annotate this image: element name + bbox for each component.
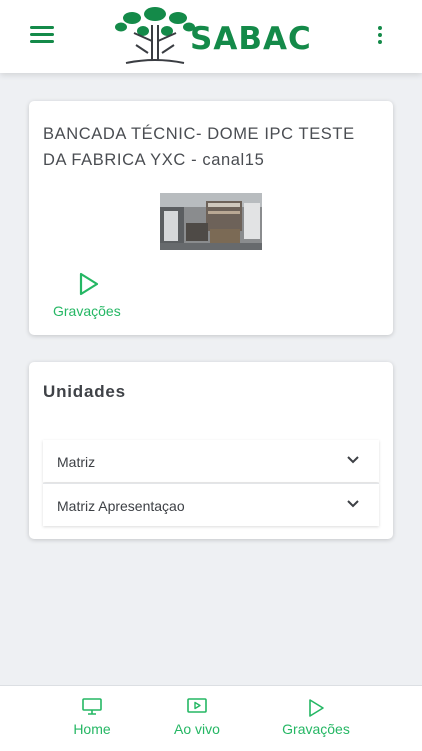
live-video-icon (187, 698, 207, 713)
units-title: Unidades (43, 382, 126, 401)
play-outline-icon (79, 272, 99, 296)
unit-label: Matriz (57, 454, 96, 470)
chevron-down-icon (347, 500, 359, 508)
nav-tab-label: Ao vivo (174, 721, 220, 737)
camera-snapshot-image (160, 193, 262, 250)
camera-title: BANCADA TÉCNIC- DOME IPC TESTE DA FABRIC… (43, 125, 355, 169)
nav-tab-home[interactable]: Home (62, 686, 122, 751)
more-vertical-icon[interactable] (371, 24, 389, 50)
nav-tab-recordings[interactable]: Gravações (276, 686, 356, 751)
top-app-bar: SABAC (0, 0, 422, 73)
camera-thumbnail[interactable] (160, 193, 262, 250)
nav-tab-label: Home (73, 721, 111, 737)
units-card: Unidades Matriz Matriz Apresentaçao (29, 362, 393, 539)
recordings-label: Gravações (53, 303, 121, 319)
brand-name: SABAC (190, 21, 312, 57)
unit-label: Matriz Apresentaçao (57, 498, 185, 514)
brand-logo: SABAC (112, 5, 312, 67)
unit-item-matriz-apresentacao[interactable]: Matriz Apresentaçao (43, 483, 379, 526)
chevron-down-icon (347, 456, 359, 464)
unit-item-matriz[interactable]: Matriz (43, 440, 379, 482)
monitor-icon (82, 698, 102, 715)
recordings-button[interactable]: Gravações (43, 271, 135, 323)
play-outline-icon (309, 699, 324, 717)
bottom-navigation: Home Ao vivo Gravações (0, 685, 422, 751)
camera-card: BANCADA TÉCNIC- DOME IPC TESTE DA FABRIC… (29, 101, 393, 335)
nav-tab-label: Gravações (282, 721, 350, 737)
hamburger-menu-icon[interactable] (28, 22, 58, 48)
tree-logo-icon (115, 7, 195, 64)
nav-tab-live[interactable]: Ao vivo (164, 686, 230, 751)
